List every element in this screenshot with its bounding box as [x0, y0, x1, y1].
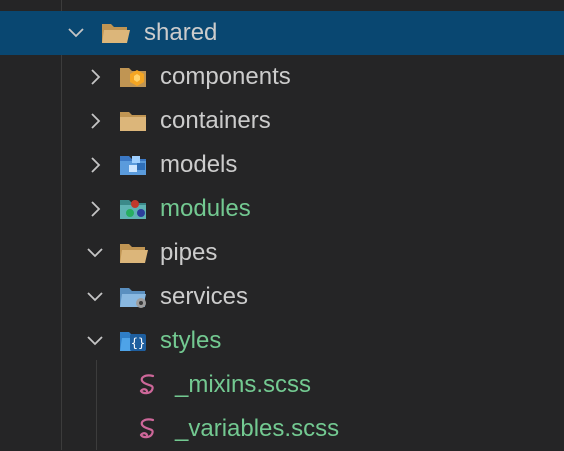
folder-styles-icon: {}	[119, 328, 149, 354]
tree-item-label: _mixins.scss	[175, 371, 312, 398]
chevron-right-icon[interactable]	[86, 200, 104, 218]
tree-item-label: pipes	[160, 239, 218, 266]
sass-icon	[135, 416, 165, 442]
folder-icon	[119, 108, 149, 134]
folder-services-icon	[119, 284, 149, 310]
chevron-down-icon[interactable]	[67, 24, 85, 42]
tree-item-shared[interactable]: shared	[0, 11, 564, 55]
tree-item-label: styles	[160, 327, 222, 354]
folder-models-icon	[119, 152, 149, 178]
folder-modules-icon	[119, 196, 149, 222]
folder-open-icon	[119, 240, 149, 266]
tree-item-label: _variables.scss	[175, 415, 340, 442]
tree-item-services[interactable]: services	[0, 275, 564, 319]
chevron-down-icon[interactable]	[86, 244, 104, 262]
folder-components-icon	[119, 64, 149, 90]
chevron-right-icon[interactable]	[86, 68, 104, 86]
tree-item-modules[interactable]: modules	[0, 187, 564, 231]
tree-file-mixins[interactable]: _mixins.scss	[0, 363, 564, 407]
chevron-down-icon[interactable]	[86, 288, 104, 306]
tree-item-label: shared	[144, 19, 218, 46]
chevron-down-icon[interactable]	[86, 332, 104, 350]
folder-open-icon	[101, 20, 131, 46]
tree-item-components[interactable]: components	[0, 55, 564, 99]
chevron-right-icon[interactable]	[86, 156, 104, 174]
svg-text:{}: {}	[131, 336, 145, 350]
tree-item-label: services	[160, 283, 249, 310]
chevron-right-icon[interactable]	[86, 112, 104, 130]
tree-file-variables[interactable]: _variables.scss	[0, 407, 564, 451]
tree-item-label: modules	[160, 195, 251, 222]
sass-icon	[135, 372, 165, 398]
tree-item-label: models	[160, 151, 238, 178]
tree-item-models[interactable]: models	[0, 143, 564, 187]
tree-item-pipes[interactable]: pipes	[0, 231, 564, 275]
file-explorer-tree: shared components containers models modu…	[0, 0, 564, 450]
tree-item-containers[interactable]: containers	[0, 99, 564, 143]
tree-item-label: containers	[160, 107, 271, 134]
tree-item-label: components	[160, 63, 291, 90]
tree-item-styles[interactable]: {} styles	[0, 319, 564, 363]
